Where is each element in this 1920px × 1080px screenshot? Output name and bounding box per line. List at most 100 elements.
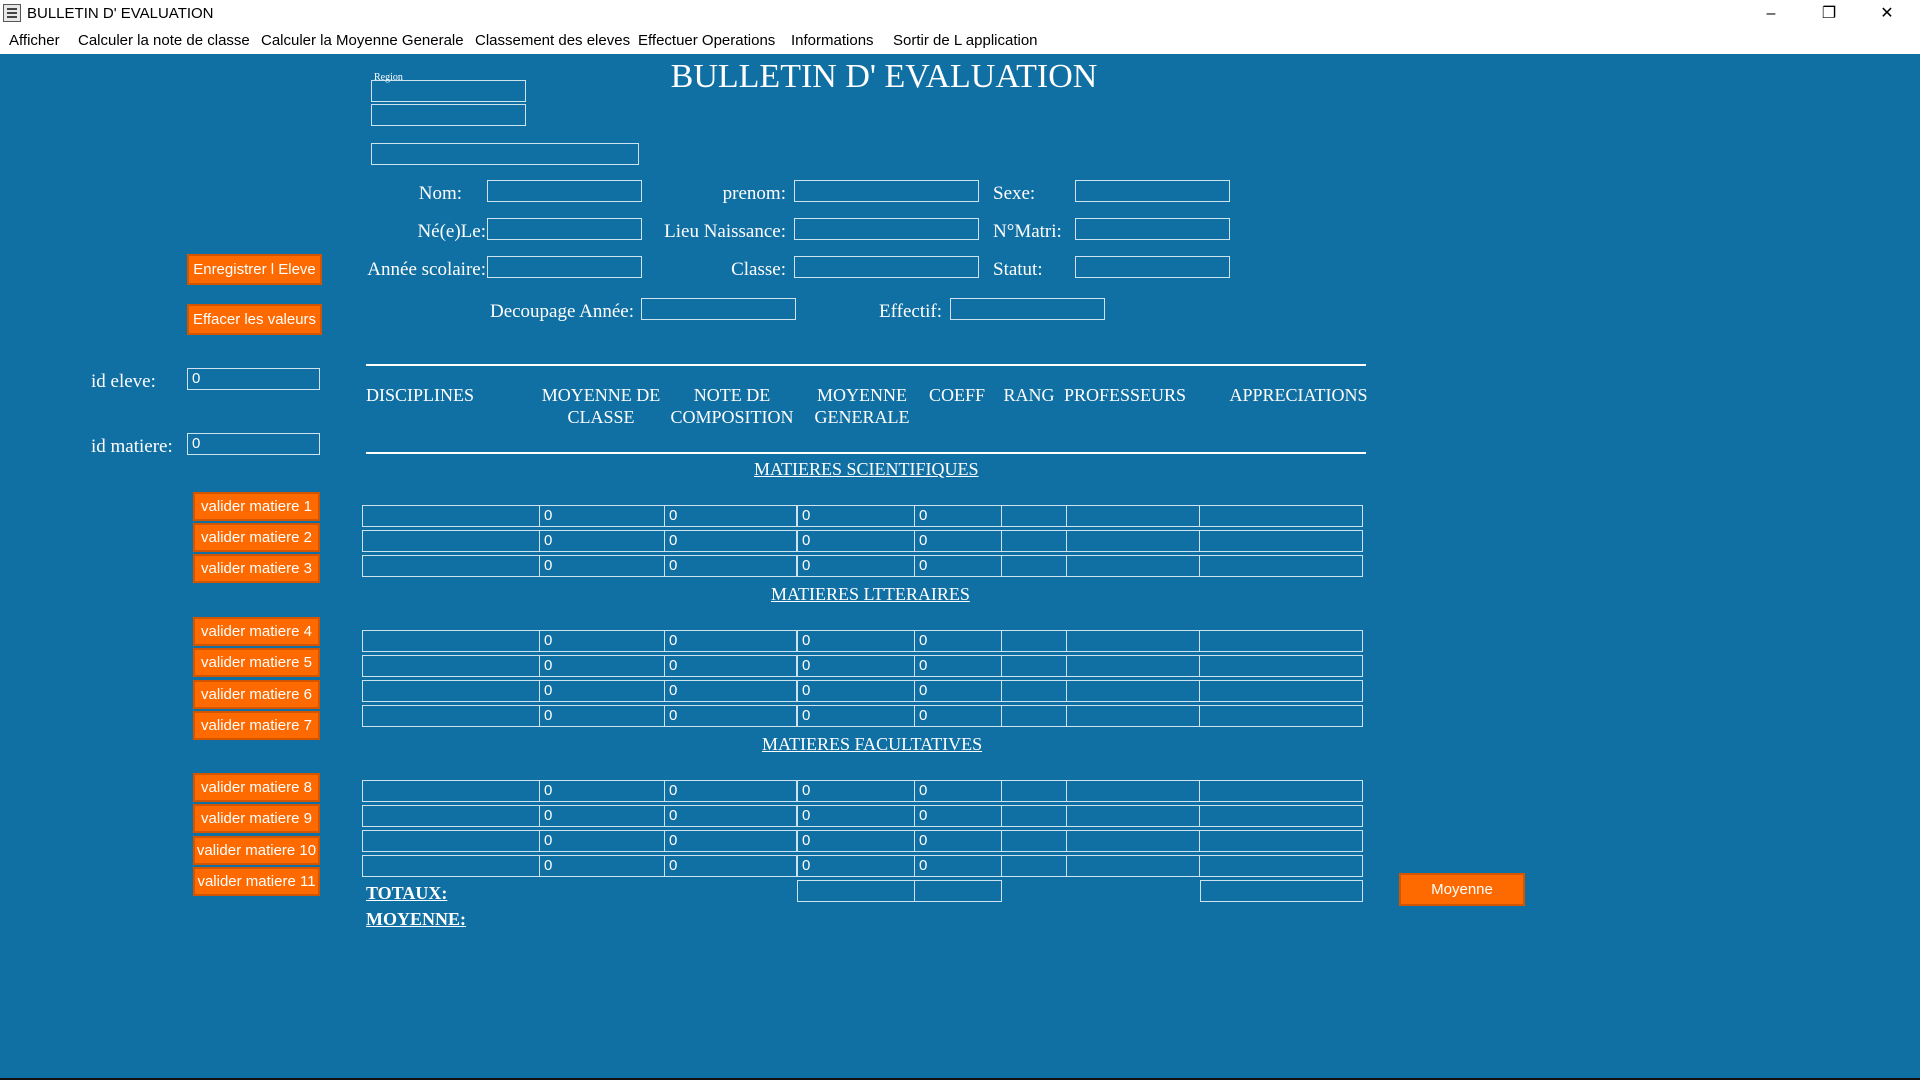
valider-matiere-10-button[interactable]: valider matiere 10 [193, 836, 320, 865]
nom-field[interactable] [487, 180, 642, 202]
valider-matiere-3-button[interactable]: valider matiere 3 [193, 554, 320, 583]
statut-field[interactable] [1075, 256, 1230, 278]
row-2-professeurs-field[interactable] [1066, 530, 1200, 552]
close-button[interactable]: ✕ [1858, 0, 1916, 28]
valider-matiere-4-button[interactable]: valider matiere 4 [193, 617, 320, 646]
row-5-professeurs-field[interactable] [1066, 655, 1200, 677]
menu-calculer-note-classe[interactable]: Calculer la note de classe [78, 32, 250, 49]
row-10-moyenne-generale-field[interactable]: 0 [797, 830, 915, 852]
row-7-moyenne-generale-field[interactable]: 0 [797, 705, 915, 727]
row-10-moyenne-classe-field[interactable]: 0 [539, 830, 665, 852]
row-1-moyenne-classe-field[interactable]: 0 [539, 505, 665, 527]
valider-matiere-1-button[interactable]: valider matiere 1 [193, 492, 320, 521]
row-2-rang-field[interactable] [1001, 530, 1067, 552]
row-8-discipline-field[interactable] [362, 780, 540, 802]
menu-sortir[interactable]: Sortir de L application [893, 32, 1038, 49]
row-2-note-composition-field[interactable]: 0 [664, 530, 797, 552]
row-10-professeurs-field[interactable] [1066, 830, 1200, 852]
menu-classement-eleves[interactable]: Classement des eleves [475, 32, 630, 49]
restore-button[interactable]: ❐ [1800, 0, 1858, 28]
row-2-moyenne-generale-field[interactable]: 0 [797, 530, 915, 552]
sexe-field[interactable] [1075, 180, 1230, 202]
classe-field[interactable] [794, 256, 979, 278]
row-5-note-composition-field[interactable]: 0 [664, 655, 797, 677]
row-8-coeff-field[interactable]: 0 [914, 780, 1002, 802]
row-4-professeurs-field[interactable] [1066, 630, 1200, 652]
row-7-professeurs-field[interactable] [1066, 705, 1200, 727]
row-5-coeff-field[interactable]: 0 [914, 655, 1002, 677]
valider-matiere-8-button[interactable]: valider matiere 8 [193, 773, 320, 802]
row-6-professeurs-field[interactable] [1066, 680, 1200, 702]
row-10-discipline-field[interactable] [362, 830, 540, 852]
effacer-valeurs-button[interactable]: Effacer les valeurs [187, 304, 322, 335]
row-1-moyenne-generale-field[interactable]: 0 [797, 505, 915, 527]
row-11-professeurs-field[interactable] [1066, 855, 1200, 877]
row-5-moyenne-generale-field[interactable]: 0 [797, 655, 915, 677]
row-3-discipline-field[interactable] [362, 555, 540, 577]
row-3-moyenne-generale-field[interactable]: 0 [797, 555, 915, 577]
row-11-coeff-field[interactable]: 0 [914, 855, 1002, 877]
row-4-note-composition-field[interactable]: 0 [664, 630, 797, 652]
total-moyenne-generale-field[interactable] [797, 880, 915, 902]
row-8-professeurs-field[interactable] [1066, 780, 1200, 802]
row-3-moyenne-classe-field[interactable]: 0 [539, 555, 665, 577]
row-7-rang-field[interactable] [1001, 705, 1067, 727]
menu-afficher[interactable]: Afficher [9, 32, 60, 49]
region-field-2[interactable] [371, 104, 526, 126]
row-9-rang-field[interactable] [1001, 805, 1067, 827]
row-6-appreciations-field[interactable] [1199, 680, 1363, 702]
row-1-rang-field[interactable] [1001, 505, 1067, 527]
row-7-coeff-field[interactable]: 0 [914, 705, 1002, 727]
row-6-note-composition-field[interactable]: 0 [664, 680, 797, 702]
row-2-moyenne-classe-field[interactable]: 0 [539, 530, 665, 552]
row-9-note-composition-field[interactable]: 0 [664, 805, 797, 827]
row-11-note-composition-field[interactable]: 0 [664, 855, 797, 877]
id-eleve-field[interactable]: 0 [187, 368, 320, 390]
row-10-coeff-field[interactable]: 0 [914, 830, 1002, 852]
row-4-moyenne-generale-field[interactable]: 0 [797, 630, 915, 652]
row-1-professeurs-field[interactable] [1066, 505, 1200, 527]
enregistrer-eleve-button[interactable]: Enregistrer l Eleve [187, 254, 322, 285]
row-8-moyenne-generale-field[interactable]: 0 [797, 780, 915, 802]
row-3-professeurs-field[interactable] [1066, 555, 1200, 577]
region-field-1[interactable] [371, 80, 526, 102]
row-9-moyenne-classe-field[interactable]: 0 [539, 805, 665, 827]
menu-informations[interactable]: Informations [791, 32, 874, 49]
row-6-moyenne-classe-field[interactable]: 0 [539, 680, 665, 702]
row-3-rang-field[interactable] [1001, 555, 1067, 577]
row-4-appreciations-field[interactable] [1199, 630, 1363, 652]
menu-effectuer-operations[interactable]: Effectuer Operations [638, 32, 775, 49]
row-8-note-composition-field[interactable]: 0 [664, 780, 797, 802]
effectif-field[interactable] [950, 298, 1105, 320]
row-7-discipline-field[interactable] [362, 705, 540, 727]
row-5-discipline-field[interactable] [362, 655, 540, 677]
row-11-moyenne-generale-field[interactable]: 0 [797, 855, 915, 877]
total-appreciations-field[interactable] [1200, 880, 1363, 902]
prenom-field[interactable] [794, 180, 979, 202]
ne-le-field[interactable] [487, 218, 642, 240]
decoupage-field[interactable] [641, 298, 796, 320]
row-8-moyenne-classe-field[interactable]: 0 [539, 780, 665, 802]
valider-matiere-2-button[interactable]: valider matiere 2 [193, 523, 320, 552]
row-4-moyenne-classe-field[interactable]: 0 [539, 630, 665, 652]
row-1-coeff-field[interactable]: 0 [914, 505, 1002, 527]
row-8-appreciations-field[interactable] [1199, 780, 1363, 802]
row-9-coeff-field[interactable]: 0 [914, 805, 1002, 827]
total-coeff-field[interactable] [914, 880, 1002, 902]
row-4-coeff-field[interactable]: 0 [914, 630, 1002, 652]
valider-matiere-11-button[interactable]: valider matiere 11 [193, 867, 320, 896]
row-6-moyenne-generale-field[interactable]: 0 [797, 680, 915, 702]
row-6-coeff-field[interactable]: 0 [914, 680, 1002, 702]
row-9-appreciations-field[interactable] [1199, 805, 1363, 827]
row-11-moyenne-classe-field[interactable]: 0 [539, 855, 665, 877]
row-2-appreciations-field[interactable] [1199, 530, 1363, 552]
row-9-professeurs-field[interactable] [1066, 805, 1200, 827]
row-3-appreciations-field[interactable] [1199, 555, 1363, 577]
row-9-moyenne-generale-field[interactable]: 0 [797, 805, 915, 827]
valider-matiere-7-button[interactable]: valider matiere 7 [193, 711, 320, 740]
row-4-rang-field[interactable] [1001, 630, 1067, 652]
row-2-coeff-field[interactable]: 0 [914, 530, 1002, 552]
row-9-discipline-field[interactable] [362, 805, 540, 827]
row-2-discipline-field[interactable] [362, 530, 540, 552]
row-11-rang-field[interactable] [1001, 855, 1067, 877]
